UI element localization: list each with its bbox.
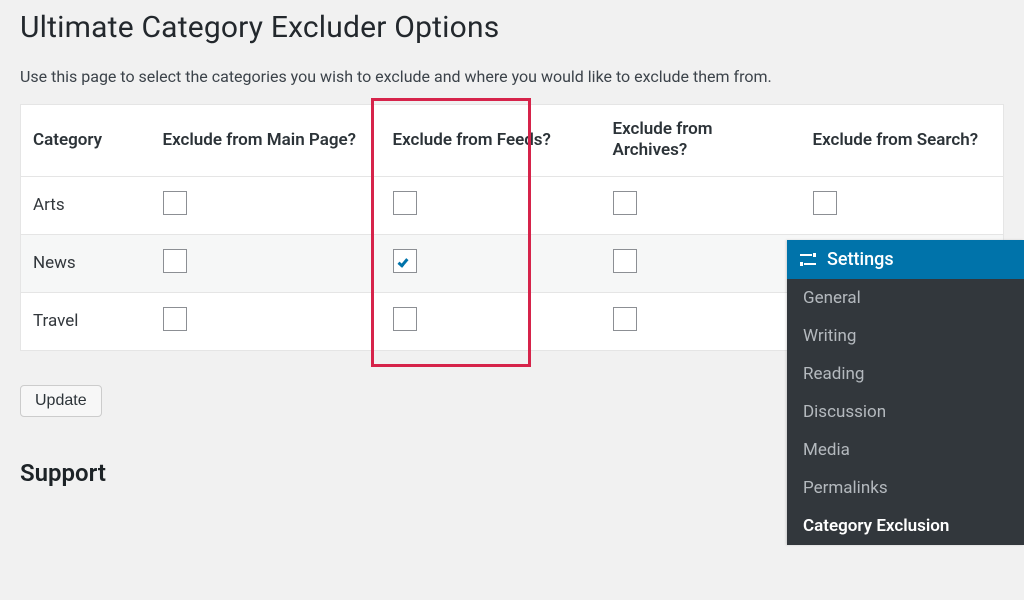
cell-archives bbox=[601, 234, 801, 292]
checkbox-archives[interactable] bbox=[613, 249, 637, 273]
checkbox-feeds[interactable] bbox=[393, 191, 417, 215]
settings-list: GeneralWritingReadingDiscussionMediaPerm… bbox=[787, 279, 1024, 545]
settings-sliders-icon bbox=[799, 251, 817, 269]
table-row: Arts bbox=[21, 176, 1004, 234]
checkbox-main[interactable] bbox=[163, 249, 187, 273]
update-button[interactable]: Update bbox=[20, 385, 102, 417]
settings-item[interactable]: Permalinks bbox=[787, 469, 1024, 507]
cell-main bbox=[151, 234, 381, 292]
settings-panel: Settings GeneralWritingReadingDiscussion… bbox=[787, 240, 1024, 545]
checkbox-archives[interactable] bbox=[613, 191, 637, 215]
th-archives: Exclude from Archives? bbox=[601, 105, 801, 177]
th-search: Exclude from Search? bbox=[801, 105, 1004, 177]
checkbox-search[interactable] bbox=[813, 191, 837, 215]
settings-item[interactable]: Writing bbox=[787, 317, 1024, 355]
cell-archives bbox=[601, 176, 801, 234]
settings-item[interactable]: Reading bbox=[787, 355, 1024, 393]
category-name: Travel bbox=[21, 292, 151, 350]
cell-main bbox=[151, 176, 381, 234]
cell-main bbox=[151, 292, 381, 350]
checkbox-main[interactable] bbox=[163, 307, 187, 331]
checkbox-feeds[interactable] bbox=[393, 307, 417, 331]
cell-feeds bbox=[381, 234, 601, 292]
th-main: Exclude from Main Page? bbox=[151, 105, 381, 177]
cell-feeds bbox=[381, 292, 601, 350]
settings-header[interactable]: Settings bbox=[787, 240, 1024, 279]
category-name: News bbox=[21, 234, 151, 292]
checkbox-main[interactable] bbox=[163, 191, 187, 215]
settings-item[interactable]: Media bbox=[787, 431, 1024, 469]
th-category: Category bbox=[21, 105, 151, 177]
cell-archives bbox=[601, 292, 801, 350]
settings-item[interactable]: General bbox=[787, 279, 1024, 317]
settings-item[interactable]: Discussion bbox=[787, 393, 1024, 431]
checkbox-archives[interactable] bbox=[613, 307, 637, 331]
th-feeds: Exclude from Feeds? bbox=[381, 105, 601, 177]
cell-search bbox=[801, 176, 1004, 234]
intro-text: Use this page to select the categories y… bbox=[20, 67, 1004, 86]
page-title: Ultimate Category Excluder Options bbox=[20, 10, 1004, 45]
cell-feeds bbox=[381, 176, 601, 234]
category-name: Arts bbox=[21, 176, 151, 234]
checkbox-feeds[interactable] bbox=[393, 249, 417, 273]
settings-item[interactable]: Category Exclusion bbox=[787, 507, 1024, 545]
settings-header-label: Settings bbox=[827, 249, 894, 270]
